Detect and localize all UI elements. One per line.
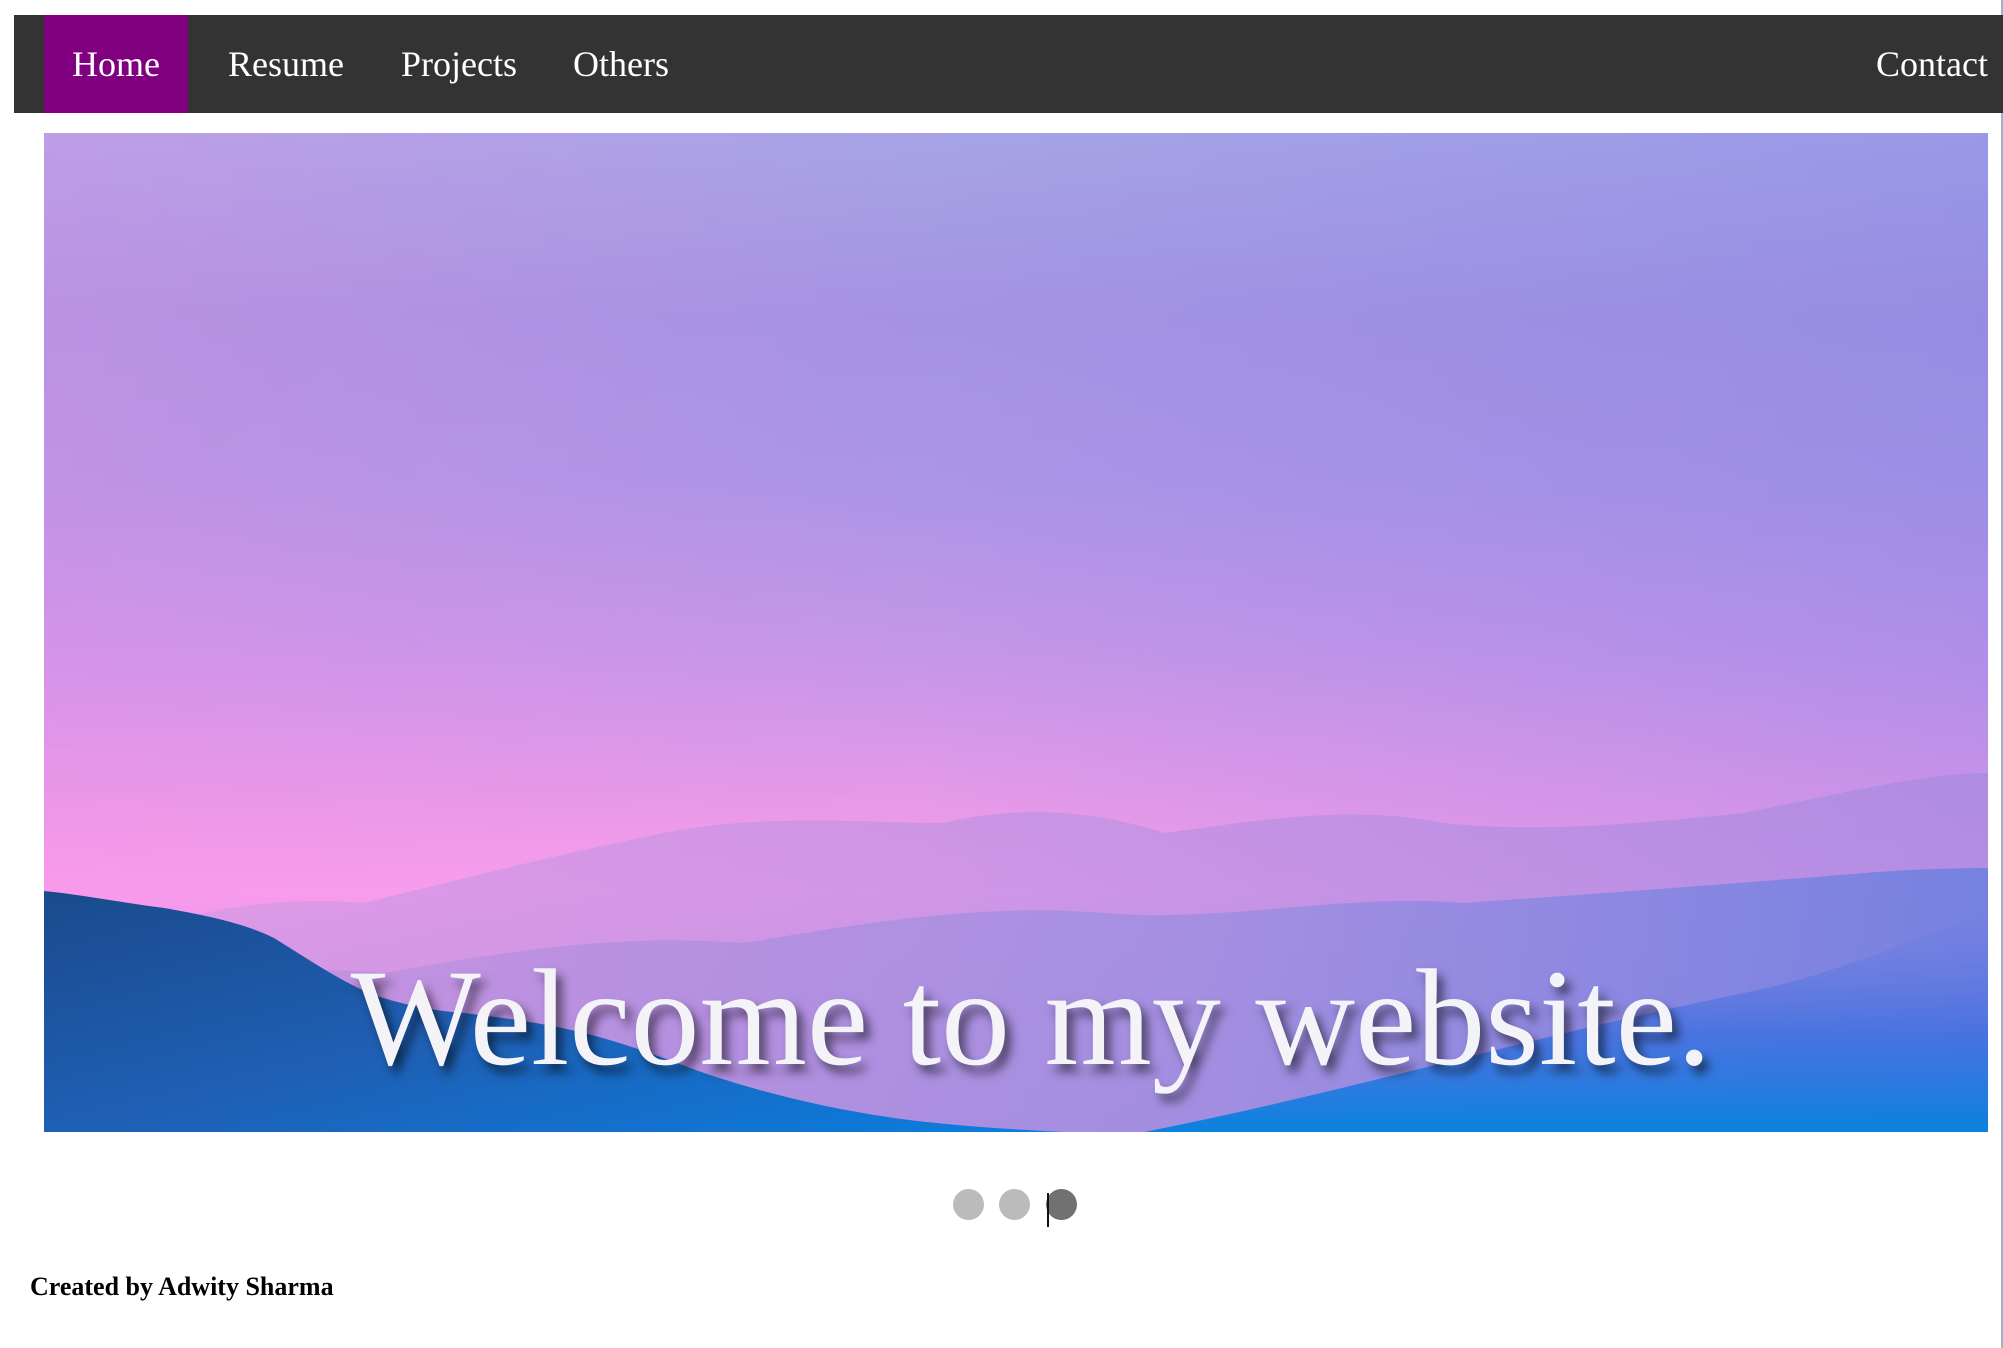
nav-contact-link[interactable]: Contact xyxy=(1848,15,1988,113)
slide-dot-1[interactable] xyxy=(953,1189,984,1220)
nav-home-link[interactable]: Home xyxy=(44,15,188,113)
hero-caption: Welcome to my website. xyxy=(350,941,1712,1094)
nav-others-link[interactable]: Others xyxy=(558,15,684,113)
top-navbar: Home Resume Projects Others Contact xyxy=(14,15,2003,113)
text-cursor-icon xyxy=(1047,1193,1049,1227)
hero-slideshow: Welcome to my website. xyxy=(44,133,1988,1132)
footer-credit: Created by Adwity Sharma xyxy=(30,1272,334,1301)
slide-dot-2[interactable] xyxy=(999,1189,1030,1220)
nav-projects-link[interactable]: Projects xyxy=(384,15,534,113)
slide-dot-3-active[interactable] xyxy=(1046,1189,1077,1220)
nav-resume-link[interactable]: Resume xyxy=(214,15,358,113)
